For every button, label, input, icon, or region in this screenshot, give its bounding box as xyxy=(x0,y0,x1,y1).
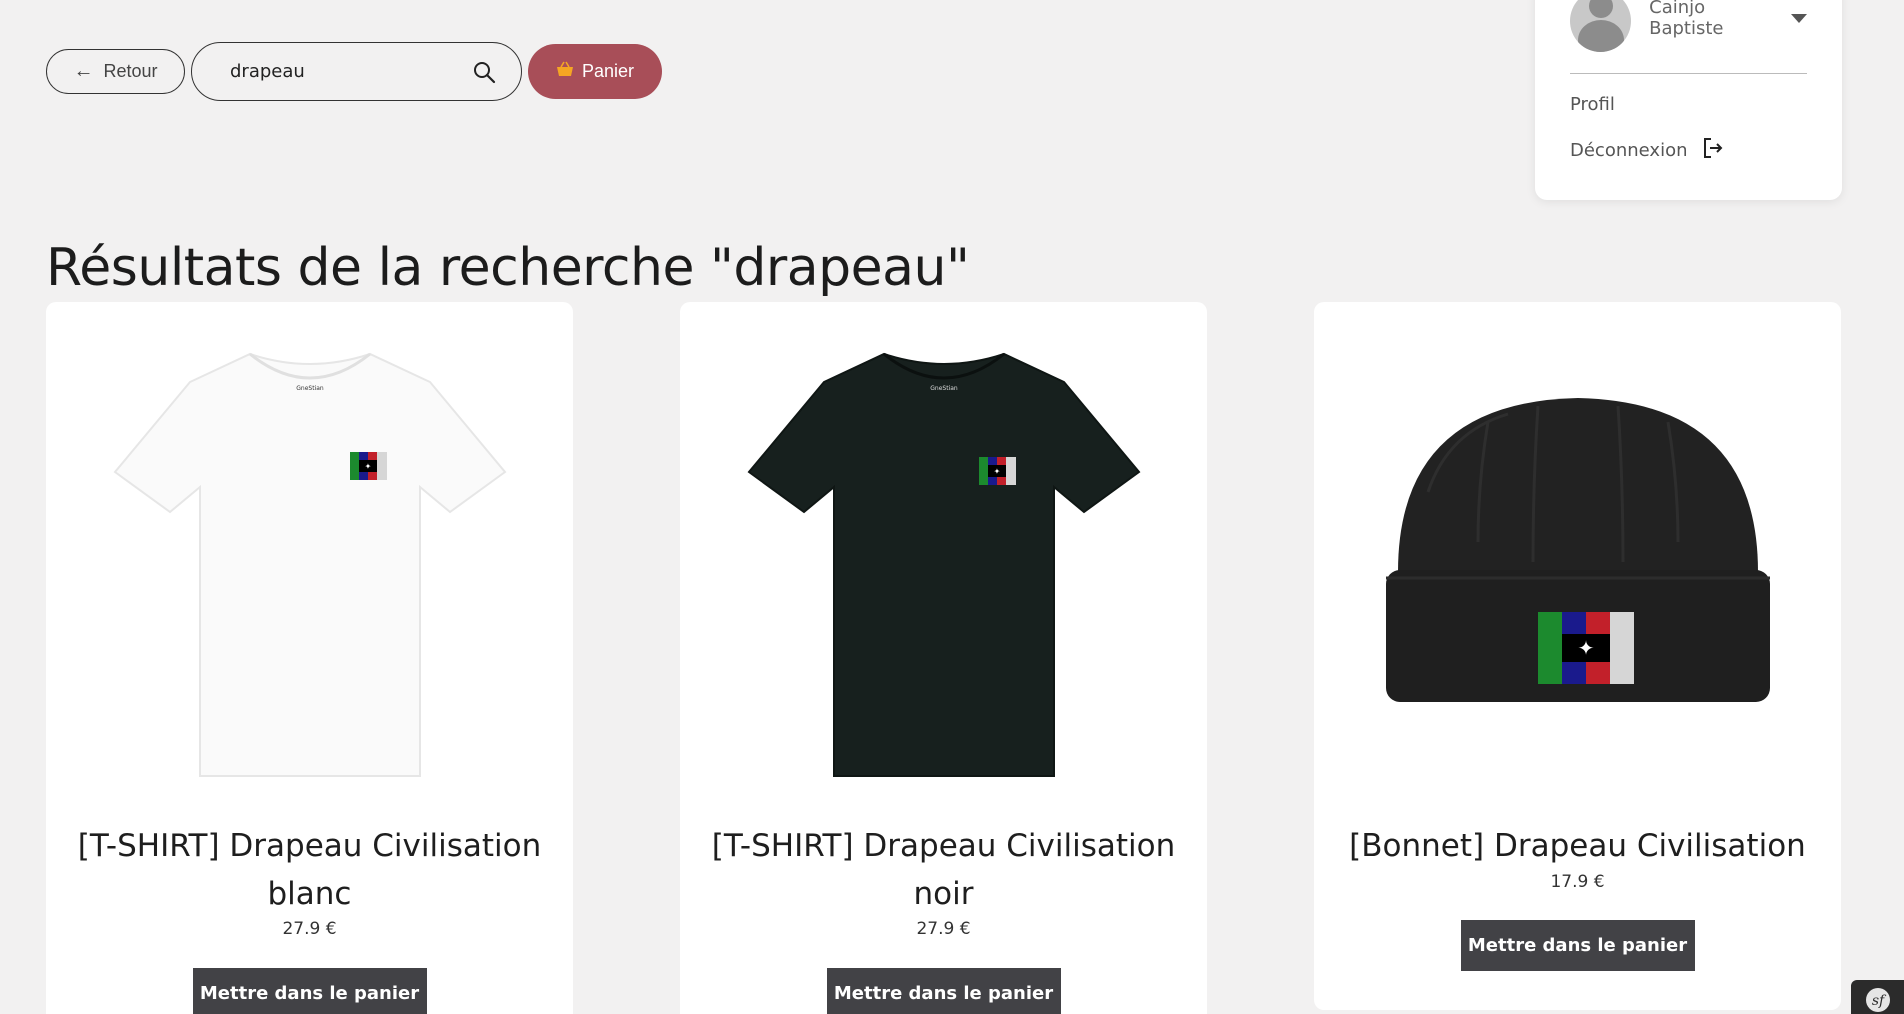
profile-link[interactable]: Profil xyxy=(1570,94,1807,115)
svg-text:✦: ✦ xyxy=(993,467,1000,476)
svg-text:GneStian: GneStian xyxy=(930,385,958,392)
add-to-cart-button[interactable]: Mettre dans le panier xyxy=(826,968,1061,1014)
product-price: 27.9 € xyxy=(916,919,971,939)
user-menu: Cainjo Baptiste Profil Déconnexion xyxy=(1535,0,1842,200)
back-button[interactable]: ← Retour xyxy=(46,49,185,94)
product-card: GneStian ✦ [T-SHIRT] Drapeau Civilisatio… xyxy=(680,302,1207,1014)
search-icon[interactable] xyxy=(471,59,497,85)
product-image[interactable]: GneStian ✦ xyxy=(76,322,543,802)
search-box xyxy=(191,42,522,101)
product-price: 17.9 € xyxy=(1550,872,1605,892)
svg-text:GneStian: GneStian xyxy=(296,385,324,392)
top-bar: ← Retour Panier xyxy=(46,42,662,101)
product-image[interactable]: ✦ xyxy=(1344,322,1811,802)
product-image[interactable]: GneStian ✦ xyxy=(710,322,1177,802)
logout-link[interactable]: Déconnexion xyxy=(1570,137,1807,164)
avatar xyxy=(1570,0,1632,52)
product-name[interactable]: [Bonnet] Drapeau Civilisation xyxy=(1344,822,1811,870)
logout-icon xyxy=(1702,137,1724,164)
user-name[interactable]: Cainjo Baptiste xyxy=(1649,0,1807,39)
search-input[interactable] xyxy=(230,61,471,82)
divider xyxy=(1570,73,1807,74)
user-menu-toggle[interactable]: Cainjo Baptiste xyxy=(1570,0,1807,60)
product-card: ✦ [Bonnet] Drapeau Civilisation 17.9 € M… xyxy=(1314,302,1841,1010)
cart-button[interactable]: Panier xyxy=(528,44,662,99)
back-label: Retour xyxy=(103,61,158,81)
caret-down-icon xyxy=(1791,13,1807,23)
add-to-cart-button[interactable]: Mettre dans le panier xyxy=(192,968,427,1014)
cart-label: Panier xyxy=(581,61,635,81)
product-name[interactable]: [T-SHIRT] Drapeau Civilisation blanc xyxy=(76,822,543,918)
product-name[interactable]: [T-SHIRT] Drapeau Civilisation noir xyxy=(710,822,1177,918)
page-title: Résultats de la recherche "drapeau" xyxy=(46,238,970,298)
product-price: 27.9 € xyxy=(282,919,337,939)
basket-icon xyxy=(556,61,574,82)
symfony-toolbar-icon[interactable]: sf xyxy=(1851,980,1904,1014)
svg-text:✦: ✦ xyxy=(364,462,371,471)
product-card: GneStian ✦ [T-SHIRT] Drapeau Civilisatio… xyxy=(46,302,573,1014)
add-to-cart-button[interactable]: Mettre dans le panier xyxy=(1460,920,1695,971)
arrow-left-icon: ← xyxy=(73,60,94,82)
svg-text:✦: ✦ xyxy=(1577,636,1594,660)
